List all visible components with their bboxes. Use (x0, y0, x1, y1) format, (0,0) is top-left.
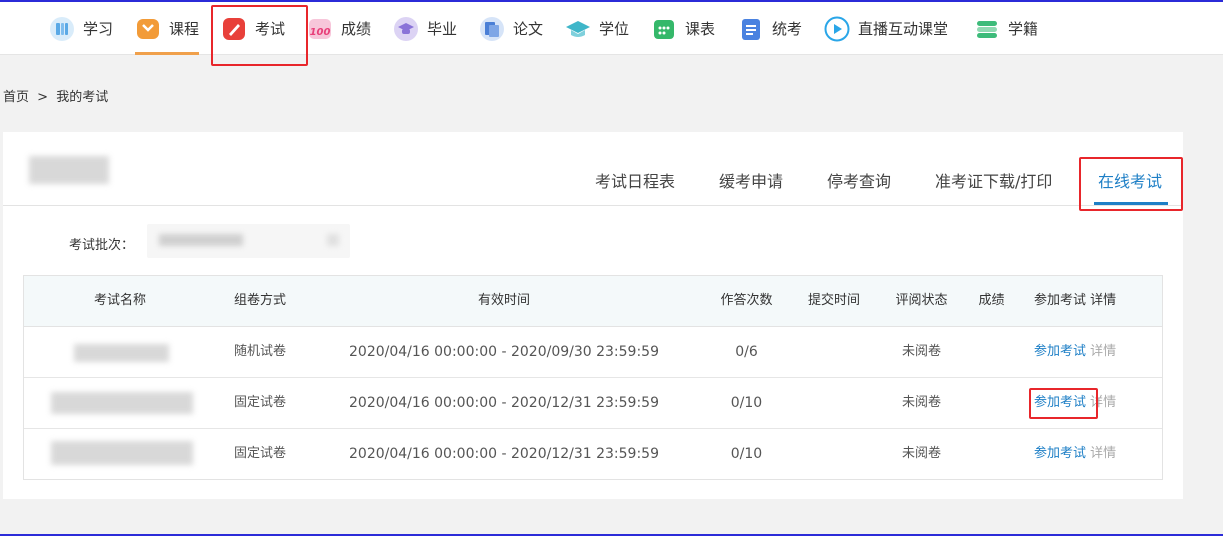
batch-value-redacted (159, 234, 243, 246)
nav-item-study[interactable]: 学习 (49, 2, 113, 55)
join-exam-link[interactable]: 参加考试 (1034, 395, 1086, 410)
exam-icon (221, 16, 247, 42)
paper-icon (479, 16, 505, 42)
score (964, 327, 1019, 377)
review-status: 未阅卷 (901, 395, 941, 410)
nav-item-label: 学习 (83, 20, 114, 38)
nav-item-label: 课程 (169, 20, 200, 38)
detail-link[interactable]: 详情 (1090, 446, 1116, 461)
graduation-icon (393, 16, 419, 42)
student-status-icon (974, 16, 1000, 42)
exam-name-redacted (51, 441, 193, 465)
nav-item-label: 论文 (513, 20, 544, 38)
header-submit-time: 提交时间 (807, 293, 860, 308)
nav-item-graduation[interactable]: 毕业 (393, 2, 457, 55)
student-name-redacted (29, 156, 109, 184)
header-attempts: 作答次数 (720, 293, 773, 308)
breadcrumb: 首页 > 我的考试 (3, 86, 112, 105)
breadcrumb-separator: > (37, 90, 49, 105)
review-status: 未阅卷 (901, 446, 941, 461)
score (964, 429, 1019, 479)
header-review-status: 评阅状态 (895, 293, 948, 308)
course-icon (135, 16, 161, 42)
exam-name-redacted (51, 392, 193, 414)
table-row: 固定试卷 2020/04/16 00:00:00 - 2020/12/31 23… (24, 378, 1162, 429)
header-score: 成绩 (978, 293, 1005, 308)
timetable-icon (651, 16, 677, 42)
submit-time (789, 327, 879, 377)
header-join: 参加考试 (1034, 293, 1087, 308)
nav-item-live-class[interactable]: 直播互动课堂 (824, 2, 948, 55)
join-exam-link[interactable]: 参加考试 (1034, 344, 1086, 359)
nav-item-course[interactable]: 课程 (135, 2, 200, 55)
row-actions: 参加考试 详情 (1034, 429, 1174, 479)
nav-item-score[interactable]: 100 成绩 (307, 2, 371, 55)
nav-item-label: 直播互动课堂 (858, 20, 949, 38)
nav-item-label: 统考 (772, 20, 803, 38)
header-actions: 参加考试 详情 (1034, 276, 1174, 326)
header-detail: 详情 (1090, 293, 1117, 308)
live-class-icon (824, 16, 850, 42)
exam-name-cell (24, 378, 216, 428)
review-status: 未阅卷 (901, 344, 941, 359)
attempts: 0/10 (730, 395, 763, 411)
submit-time (789, 378, 879, 428)
detail-link[interactable]: 详情 (1090, 395, 1116, 410)
header-exam-name: 考试名称 (93, 293, 146, 308)
nav-item-paper[interactable]: 论文 (479, 2, 543, 55)
batch-label: 考试批次： (69, 238, 135, 253)
nav-item-unified-exam[interactable]: 统考 (738, 2, 802, 55)
join-exam-link[interactable]: 参加考试 (1034, 446, 1086, 461)
detail-link[interactable]: 详情 (1090, 344, 1116, 359)
attempts: 0/10 (730, 446, 763, 462)
study-icon (49, 16, 75, 42)
unified-exam-icon (738, 16, 764, 42)
nav-item-label: 考试 (255, 20, 286, 38)
degree-icon (565, 16, 591, 42)
batch-select[interactable] (147, 224, 350, 258)
nav-item-degree[interactable]: 学位 (565, 2, 629, 55)
exam-name-redacted (74, 344, 169, 362)
header-paper-mode: 组卷方式 (233, 293, 286, 308)
exam-table: 考试名称 组卷方式 有效时间 作答次数 提交时间 评阅状态 成绩 参加考试 详情… (23, 275, 1163, 480)
valid-time: 2020/04/16 00:00:00 - 2020/12/31 23:59:5… (349, 395, 659, 411)
batch-dropdown-icon (327, 234, 339, 246)
nav-item-student-status[interactable]: 学籍 (974, 2, 1038, 55)
paper-mode: 固定试卷 (233, 395, 286, 410)
svg-text:100: 100 (310, 27, 331, 38)
nav-item-label: 学位 (599, 20, 630, 38)
valid-time: 2020/04/16 00:00:00 - 2020/09/30 23:59:5… (349, 344, 659, 360)
tab-deferral-application[interactable]: 缓考申请 (719, 168, 783, 192)
valid-time: 2020/04/16 00:00:00 - 2020/12/31 23:59:5… (349, 446, 659, 462)
nav-item-label: 成绩 (341, 20, 372, 38)
table-row: 固定试卷 2020/04/16 00:00:00 - 2020/12/31 23… (24, 429, 1162, 480)
breadcrumb-home[interactable]: 首页 (3, 90, 29, 105)
nav-item-label: 课表 (685, 20, 716, 38)
nav-item-exam[interactable]: 考试 (221, 2, 285, 55)
paper-mode: 随机试卷 (233, 344, 286, 359)
nav-item-timetable[interactable]: 课表 (651, 2, 715, 55)
tab-online-exam[interactable]: 在线考试 (1098, 168, 1162, 192)
tabs-divider (3, 205, 1183, 206)
table-row: 随机试卷 2020/04/16 00:00:00 - 2020/09/30 23… (24, 327, 1162, 378)
row-actions: 参加考试 详情 (1034, 378, 1174, 428)
tab-exam-schedule[interactable]: 考试日程表 (595, 168, 675, 192)
header-valid-time: 有效时间 (477, 293, 530, 308)
score (964, 378, 1019, 428)
tab-admission-ticket[interactable]: 准考证下载/打印 (935, 168, 1052, 192)
table-header: 考试名称 组卷方式 有效时间 作答次数 提交时间 评阅状态 成绩 参加考试 详情 (24, 276, 1162, 327)
breadcrumb-current: 我的考试 (56, 90, 109, 105)
tab-suspension-query[interactable]: 停考查询 (827, 168, 891, 192)
exam-panel: 考试日程表 缓考申请 停考查询 准考证下载/打印 在线考试 考试批次： 考试名称… (3, 132, 1183, 499)
submit-time (789, 429, 879, 479)
paper-mode: 固定试卷 (233, 446, 286, 461)
nav-item-label: 毕业 (427, 20, 458, 38)
row-actions: 参加考试 详情 (1034, 327, 1174, 377)
attempts: 0/6 (735, 344, 758, 360)
score-icon: 100 (307, 16, 333, 42)
nav-item-label: 学籍 (1008, 20, 1039, 38)
exam-name-cell (24, 429, 216, 479)
exam-name-cell (24, 327, 216, 377)
top-navigation: 学习 课程 考试 100 成绩 毕业 论文 学位 课表 统考 直播互动课堂 学籍 (0, 2, 1223, 55)
